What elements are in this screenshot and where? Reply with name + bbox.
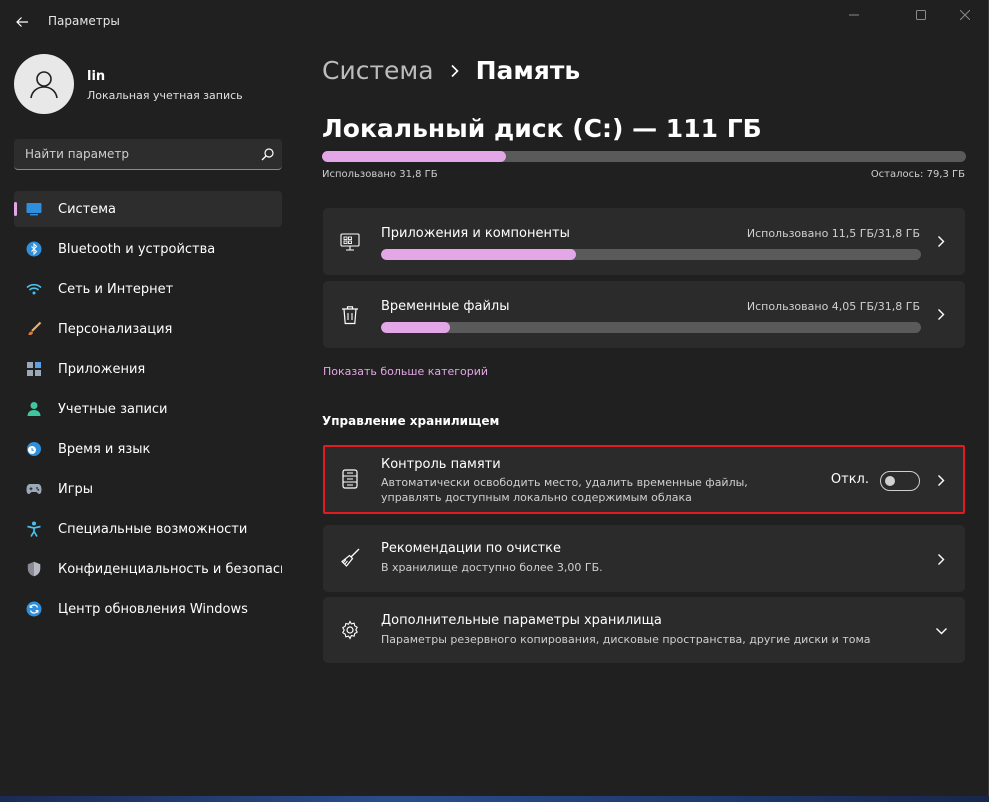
sidebar-item-label: Система [58, 201, 117, 217]
sidebar-item-bluetooth[interactable]: Bluetooth и устройства [14, 231, 282, 267]
user-icon [30, 71, 58, 99]
category-usage: Использовано 4,05 ГБ/31,8 ГБ [746, 300, 920, 313]
close-button[interactable] [942, 0, 988, 30]
sidebar-nav: Система Bluetooth и устройства Сеть и Ин… [14, 191, 282, 631]
category-title: Временные файлы [381, 299, 510, 314]
chevron-right-icon [933, 306, 949, 322]
wifi-icon [26, 281, 42, 297]
sidebar-item-gaming[interactable]: Игры [14, 471, 282, 507]
clock-globe-icon [26, 441, 42, 457]
category-apps-features[interactable]: Приложения и компоненты Использовано 11,… [323, 208, 965, 275]
storage-sense-desc-line1: Автоматически освободить место, удалить … [381, 476, 748, 489]
sidebar-item-network[interactable]: Сеть и Интернет [14, 271, 282, 307]
taskbar-strip [0, 796, 989, 802]
sidebar-item-accounts[interactable]: Учетные записи [14, 391, 282, 427]
gamepad-icon [26, 481, 42, 497]
chevron-right-icon [933, 472, 949, 488]
sidebar-item-label: Учетные записи [58, 401, 168, 417]
gear-icon [340, 620, 360, 640]
cleanup-recommendations-card[interactable]: Рекомендации по очистке В хранилище дост… [323, 525, 965, 592]
sidebar-item-label: Специальные возможности [58, 521, 248, 537]
sidebar-item-personalization[interactable]: Персонализация [14, 311, 282, 347]
back-arrow-icon [16, 17, 28, 27]
search-icon[interactable] [252, 147, 282, 161]
sidebar-item-label: Конфиденциальность и безопасность [58, 561, 282, 577]
sidebar-item-label: Сеть и Интернет [58, 281, 174, 297]
advanced-storage-card[interactable]: Дополнительные параметры хранилища Парам… [323, 597, 965, 663]
minimize-icon [849, 14, 859, 16]
search-box[interactable] [14, 139, 282, 170]
sidebar-item-apps[interactable]: Приложения [14, 351, 282, 387]
advanced-storage-title: Дополнительные параметры хранилища [381, 613, 662, 628]
system-icon [26, 201, 42, 217]
app-title: Параметры [48, 14, 120, 28]
sidebar-item-label: Время и язык [58, 441, 151, 457]
cleanup-desc: В хранилище доступно более 3,00 ГБ. [381, 561, 603, 574]
shield-icon [26, 561, 42, 577]
broom-icon [340, 548, 360, 568]
toggle-knob [885, 476, 895, 486]
settings-window: Параметры lin Локальная учетная запись Н… [0, 0, 989, 796]
disk-usage-bar-fill [322, 151, 507, 162]
sidebar-item-label: Центр обновления Windows [58, 601, 248, 617]
profile-name: lin [87, 69, 106, 84]
search-input[interactable] [14, 139, 252, 169]
sidebar-item-label: Bluetooth и устройства [58, 241, 216, 257]
brush-icon [26, 321, 42, 337]
sidebar-item-accessibility[interactable]: Специальные возможности [14, 511, 282, 547]
apps-icon [26, 361, 42, 377]
category-temp-files[interactable]: Временные файлы Использовано 4,05 ГБ/31,… [323, 281, 965, 348]
category-title: Приложения и компоненты [381, 226, 570, 241]
chevron-right-icon [450, 64, 460, 78]
sidebar-item-system[interactable]: Система [14, 191, 282, 227]
storage-sense-desc-line2: управлять доступным локально содержимым … [381, 491, 692, 504]
title-bar: Параметры [0, 0, 989, 44]
storage-sense-toggle-label: Откл. [830, 472, 869, 487]
sidebar-item-label: Персонализация [58, 321, 173, 337]
trash-icon [340, 305, 360, 325]
sidebar-item-time-language[interactable]: Время и язык [14, 431, 282, 467]
maximize-button[interactable] [898, 0, 944, 30]
disk-title: Локальный диск (C:) — 111 ГБ [322, 114, 762, 143]
storage-server-icon [340, 469, 360, 489]
storage-sense-title: Контроль памяти [381, 457, 501, 472]
disk-used-label: Использовано 31,8 ГБ [322, 169, 438, 180]
accessibility-icon [26, 521, 42, 537]
category-usage-bar [381, 249, 921, 260]
breadcrumb: Система Память [322, 56, 580, 85]
chevron-down-icon [933, 623, 949, 639]
back-button[interactable] [8, 8, 36, 36]
breadcrumb-parent[interactable]: Система [322, 56, 434, 85]
sidebar-item-privacy[interactable]: Конфиденциальность и безопасность [14, 551, 282, 587]
storage-sense-toggle[interactable] [880, 471, 920, 491]
disk-usage-bar [322, 151, 966, 162]
sidebar-item-windows-update[interactable]: Центр обновления Windows [14, 591, 282, 627]
bluetooth-icon [26, 241, 42, 257]
apps-features-icon [340, 232, 360, 252]
sidebar-item-label: Приложения [58, 361, 146, 377]
close-icon [960, 10, 970, 20]
show-more-categories-link[interactable]: Показать больше категорий [323, 365, 488, 378]
chevron-right-icon [933, 233, 949, 249]
category-usage: Использовано 11,5 ГБ/31,8 ГБ [746, 227, 920, 240]
maximize-icon [916, 10, 926, 20]
category-usage-bar [381, 322, 921, 333]
advanced-storage-desc: Параметры резервного копирования, дисков… [381, 633, 871, 646]
person-icon [26, 401, 42, 417]
page-title: Память [475, 56, 581, 85]
category-usage-bar-fill [381, 249, 577, 260]
category-usage-bar-fill [381, 322, 450, 333]
profile-account-type: Локальная учетная запись [87, 89, 243, 102]
storage-sense-card[interactable]: Контроль памяти Автоматически освободить… [323, 446, 965, 513]
storage-management-heading: Управление хранилищем [322, 414, 500, 428]
chevron-right-icon [933, 551, 949, 567]
disk-free-label: Осталось: 79,3 ГБ [870, 169, 965, 180]
minimize-button[interactable] [831, 0, 877, 30]
update-icon [26, 601, 42, 617]
sidebar-item-label: Игры [58, 481, 94, 497]
avatar[interactable] [14, 54, 74, 114]
cleanup-title: Рекомендации по очистке [381, 541, 562, 556]
